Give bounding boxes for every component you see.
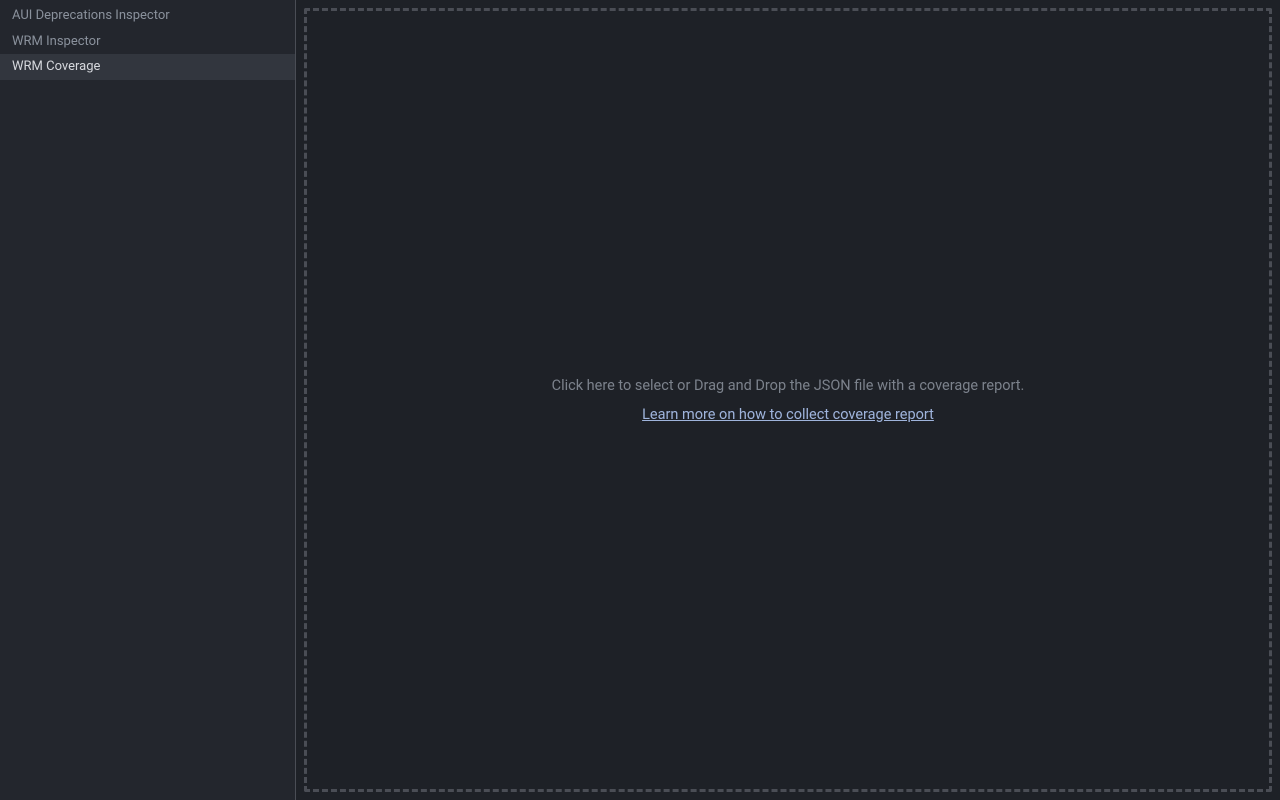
sidebar-item-label: WRM Coverage xyxy=(12,59,100,74)
sidebar-item-label: AUI Deprecations Inspector xyxy=(12,8,170,23)
main-panel: Click here to select or Drag and Drop th… xyxy=(296,0,1280,800)
file-dropzone[interactable]: Click here to select or Drag and Drop th… xyxy=(304,8,1272,792)
dropzone-instructions: Click here to select or Drag and Drop th… xyxy=(552,377,1025,394)
sidebar-item-wrm-inspector[interactable]: WRM Inspector xyxy=(0,29,295,55)
sidebar-item-label: WRM Inspector xyxy=(12,34,101,49)
sidebar-item-wrm-coverage[interactable]: WRM Coverage xyxy=(0,54,295,80)
learn-more-link[interactable]: Learn more on how to collect coverage re… xyxy=(642,406,934,423)
sidebar: AUI Deprecations Inspector WRM Inspector… xyxy=(0,0,296,800)
sidebar-item-aui-deprecations[interactable]: AUI Deprecations Inspector xyxy=(0,0,295,29)
